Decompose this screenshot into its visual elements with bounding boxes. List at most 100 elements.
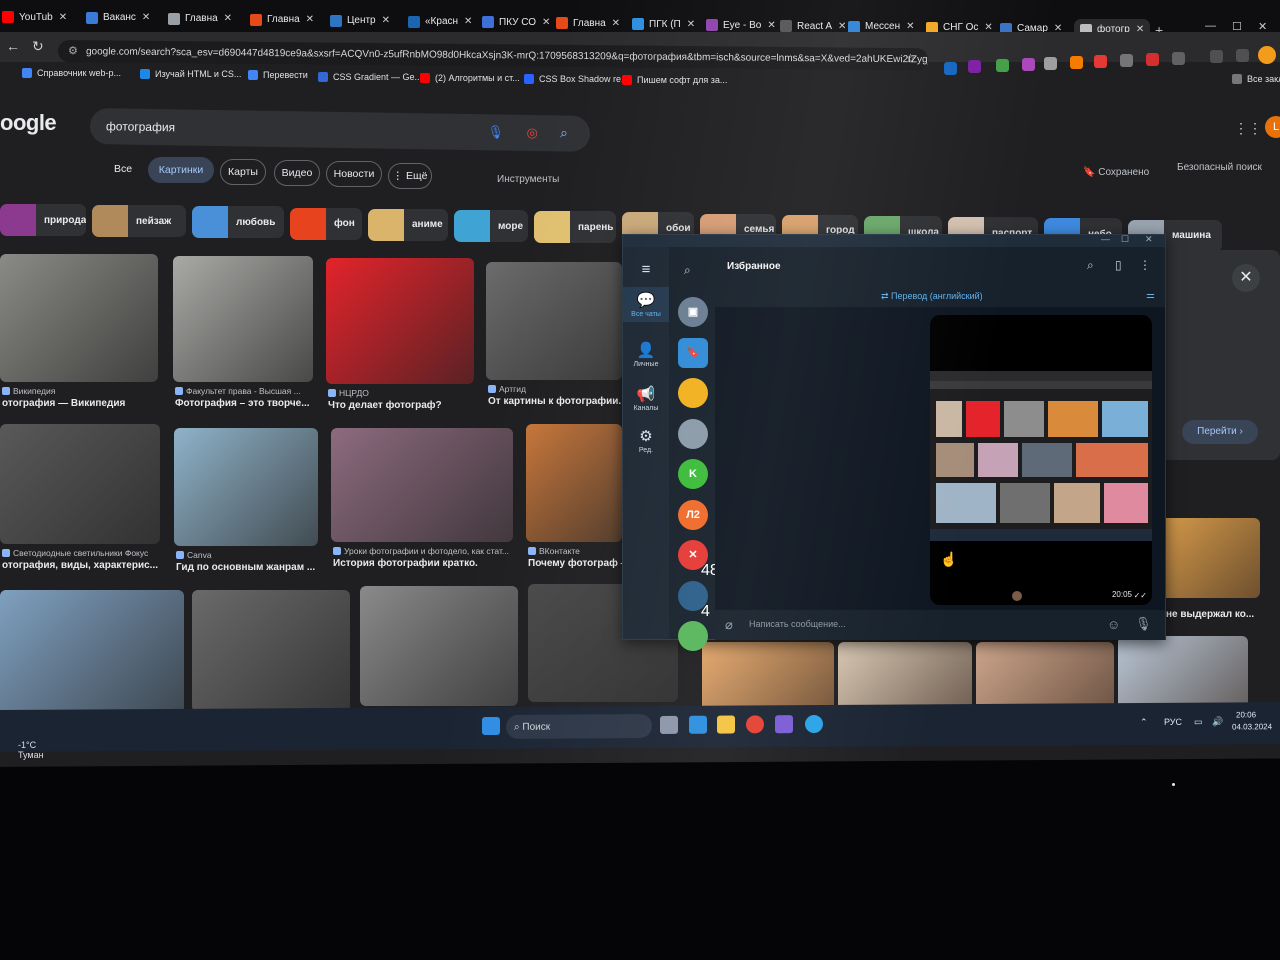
close-tab-icon[interactable]: ✕ <box>542 17 550 28</box>
back-icon[interactable]: ← <box>6 38 20 54</box>
close-tab-icon[interactable]: ✕ <box>224 13 232 24</box>
result-image[interactable] <box>526 424 622 542</box>
translate-bar[interactable]: ⇄ Перевод (английский) ⚌ <box>715 287 1165 308</box>
clock-date[interactable]: 04.03.2024 <box>1232 722 1272 731</box>
search-icon[interactable]: ⌕ <box>560 124 568 141</box>
result-image[interactable] <box>173 256 313 382</box>
file-explorer-icon[interactable] <box>717 715 735 734</box>
result-title[interactable]: Фотография – это творче... <box>175 398 310 409</box>
emoji-icon[interactable]: ☺ <box>1107 617 1120 632</box>
result-title[interactable]: отография, виды, характерис... <box>2 560 158 571</box>
suggestion-chip[interactable]: пейзаж <box>92 205 186 238</box>
filter-chip-0[interactable]: Все <box>100 156 146 182</box>
folder-item[interactable]: 💬 Все чаты <box>623 287 669 322</box>
visit-button[interactable]: Перейти › <box>1182 420 1258 444</box>
chat-avatar[interactable] <box>678 418 708 449</box>
browser-tab[interactable]: Главна ✕ <box>556 12 620 34</box>
result-image[interactable] <box>1160 518 1260 598</box>
result-image[interactable] <box>1118 636 1248 712</box>
result-title[interactable]: не выдержал ко... <box>1166 609 1254 620</box>
filter-chip-3[interactable]: Видео <box>274 159 320 186</box>
search-icon[interactable]: ⌕ <box>1087 258 1094 273</box>
sidebar-toggle-icon[interactable]: ▯ <box>1115 258 1122 272</box>
tools-link[interactable]: Инструменты <box>497 174 559 185</box>
result-image[interactable] <box>326 258 474 384</box>
close-tab-icon[interactable]: ✕ <box>767 20 775 31</box>
bookmark-link[interactable]: Справочник web-р... <box>22 68 121 78</box>
result-image[interactable] <box>0 590 184 720</box>
result-image[interactable] <box>360 586 518 706</box>
chat-avatar[interactable]: ▣ <box>678 297 708 327</box>
chat-avatar[interactable]: Л2 <box>678 499 708 530</box>
result-source[interactable]: Светодиодные светильники Фокус <box>2 548 148 558</box>
result-title[interactable]: Гид по основным жанрам ... <box>176 562 315 573</box>
chat-avatar[interactable] <box>678 621 708 651</box>
safe-search-link[interactable]: Безопасный поиск <box>1177 162 1262 173</box>
discord-icon[interactable] <box>775 715 793 734</box>
result-title[interactable]: отография — Википедия <box>2 398 125 409</box>
result-source[interactable]: Canva <box>176 550 212 560</box>
bookmark-link[interactable]: CSS Box Shadow re... <box>524 74 629 84</box>
result-source[interactable]: Уроки фотографии и фотодело, как стат... <box>333 546 509 556</box>
all-bookmarks-link[interactable]: Все закл <box>1232 74 1280 84</box>
result-image[interactable] <box>976 642 1114 712</box>
close-tab-icon[interactable]: ✕ <box>306 14 314 25</box>
close-tab-icon[interactable]: ✕ <box>59 12 67 23</box>
result-source[interactable]: НЦРДО <box>328 388 369 398</box>
result-source[interactable]: Факультет права - Высшая ... <box>175 386 301 396</box>
saved-link[interactable]: 🔖 Сохранено <box>1083 167 1149 178</box>
suggestion-chip[interactable]: море <box>454 210 528 242</box>
result-image[interactable] <box>702 642 834 712</box>
bookmark-link[interactable]: Изучай HTML и CS... <box>140 69 241 80</box>
result-title[interactable]: История фотографии кратко. <box>333 558 478 569</box>
site-info-icon[interactable]: ⚙ <box>68 44 78 57</box>
browser-tab[interactable]: Главна ✕ <box>250 9 314 31</box>
result-image[interactable] <box>192 590 350 712</box>
bookmark-link[interactable]: (2) Алгоритмы и ст... <box>420 72 520 83</box>
result-title[interactable]: Что делает фотограф? <box>328 400 442 411</box>
chat-title[interactable]: Избранное <box>727 261 781 272</box>
browser-tab[interactable]: Ваканс ✕ <box>86 7 150 29</box>
chat-avatar[interactable]: K <box>678 459 708 489</box>
weather-widget[interactable]: -1°C Туман <box>18 740 44 760</box>
minimize-icon[interactable]: — <box>1101 234 1110 244</box>
result-image[interactable] <box>486 262 622 380</box>
result-source[interactable]: ВКонтакте <box>528 546 580 556</box>
volume-icon[interactable]: 🔊 <box>1212 717 1223 728</box>
clock-time[interactable]: 20:06 <box>1236 710 1256 719</box>
folder-item[interactable]: 📢 Каналы <box>623 381 669 416</box>
lens-search-icon[interactable]: ◎ <box>526 125 538 141</box>
start-icon[interactable] <box>482 716 500 736</box>
result-source[interactable]: Википедия <box>2 386 55 396</box>
reload-icon[interactable]: ↻ <box>32 38 44 55</box>
browser-tab[interactable]: Центр ✕ <box>330 10 390 32</box>
bookmark-link[interactable]: CSS Gradient — Ge... <box>318 71 422 82</box>
language-indicator[interactable]: РУС <box>1164 717 1182 727</box>
side-panel-icon[interactable] <box>1236 49 1249 62</box>
close-tab-icon[interactable]: ✕ <box>464 16 472 27</box>
voice-search-icon[interactable]: 🎙 <box>487 124 504 140</box>
suggestion-chip[interactable]: парень <box>534 211 616 244</box>
filter-chip-2[interactable]: Карты <box>220 158 266 185</box>
result-source[interactable]: Артгид <box>488 384 526 394</box>
tray-chevron-icon[interactable]: ⌃ <box>1140 717 1148 728</box>
chat-avatar[interactable]: 🔖 <box>678 337 708 368</box>
result-image[interactable] <box>0 254 158 382</box>
video-message[interactable]: ☝ 20:05 ✓✓ <box>930 315 1152 605</box>
close-icon[interactable]: ✕ <box>1145 234 1153 245</box>
maximize-icon[interactable]: ☐ <box>1121 234 1129 245</box>
close-tab-icon[interactable]: ✕ <box>612 18 620 29</box>
menu-icon[interactable]: ≡ <box>623 261 669 280</box>
browser-tab[interactable]: ПКУ СО ✕ <box>482 11 550 33</box>
browser-tab[interactable]: Главна ✕ <box>168 8 232 30</box>
browser-tab[interactable]: YouTub ✕ <box>2 6 67 28</box>
suggestion-chip[interactable]: природа <box>0 204 86 236</box>
folder-item[interactable]: 👤 Личные <box>623 337 669 372</box>
close-tab-icon[interactable]: ✕ <box>382 15 390 26</box>
suggestion-chip[interactable]: аниме <box>368 208 448 241</box>
translate-settings-icon[interactable]: ⚌ <box>1146 290 1155 301</box>
result-image[interactable] <box>838 642 972 712</box>
close-tab-icon[interactable]: ✕ <box>142 12 150 23</box>
chat-avatar[interactable] <box>678 378 708 408</box>
result-image[interactable] <box>331 428 513 542</box>
